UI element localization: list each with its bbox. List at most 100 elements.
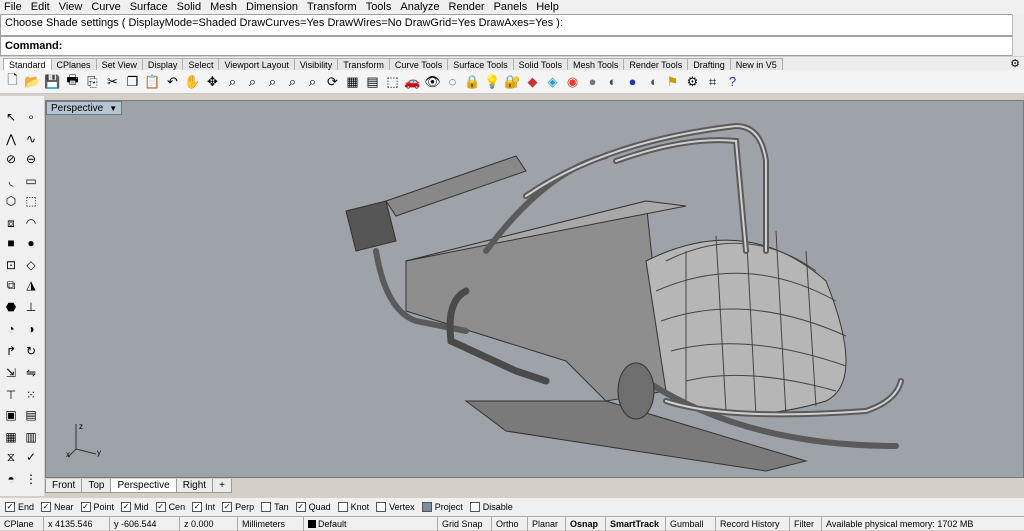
scale-icon[interactable]: ⇲: [2, 364, 20, 382]
trim-icon[interactable]: ◔: [2, 320, 20, 338]
tab-display[interactable]: Display: [141, 58, 184, 70]
gumball-toggle[interactable]: Gumball: [666, 516, 716, 531]
tab-curve-tools[interactable]: Curve Tools: [388, 58, 449, 70]
car-icon[interactable]: 🚗: [403, 72, 422, 91]
tab-standard[interactable]: Standard: [3, 58, 52, 70]
mesh-grid-icon[interactable]: ▦: [2, 428, 20, 446]
zoom-extents-all-icon[interactable]: ⌕: [303, 72, 322, 91]
flashlight-icon[interactable]: ⚑: [663, 72, 682, 91]
zoom-selected-icon[interactable]: ⌕: [283, 72, 302, 91]
point-icon[interactable]: ∘: [22, 108, 40, 126]
osnap-project[interactable]: Project: [421, 502, 463, 512]
undo-icon[interactable]: ↶: [163, 72, 182, 91]
box-icon[interactable]: ■: [2, 234, 20, 252]
checkbox[interactable]: ✓: [192, 502, 203, 512]
perspective-viewport[interactable]: Perspective ▼ z y x: [45, 100, 1024, 478]
help-icon[interactable]: ?: [723, 72, 742, 91]
osnap-tan[interactable]: Tan: [261, 502, 289, 512]
array-icon[interactable]: ⁙: [22, 386, 40, 404]
tab-top[interactable]: Top: [81, 479, 112, 493]
rotate-icon[interactable]: ↻: [22, 342, 40, 360]
loft-icon[interactable]: ⧉: [2, 276, 20, 294]
planar-toggle[interactable]: Planar: [528, 516, 566, 531]
checkbox[interactable]: [337, 502, 348, 512]
grid-snap-toggle[interactable]: Grid Snap: [438, 516, 492, 531]
offset-icon[interactable]: ⧈: [2, 214, 20, 232]
osnap-mid[interactable]: ✓ Mid: [121, 502, 149, 512]
tab-set-view[interactable]: Set View: [95, 58, 143, 70]
boolean-icon[interactable]: ⬣: [2, 298, 20, 316]
smarttrack-toggle[interactable]: SmartTrack: [606, 516, 666, 531]
tab-select[interactable]: Select: [182, 58, 220, 70]
command-scrollbar[interactable]: [1012, 14, 1024, 56]
layer-indicator[interactable]: Default: [304, 516, 438, 531]
menu-surface[interactable]: Surface: [126, 0, 173, 14]
osnap-end[interactable]: ✓ End: [5, 502, 34, 512]
cut-icon[interactable]: ✂: [103, 72, 122, 91]
circle-icon[interactable]: ⊘: [2, 150, 20, 168]
sphere-icon[interactable]: ●: [583, 72, 602, 91]
render-icon[interactable]: ●: [623, 72, 642, 91]
text-icon[interactable]: ⬚: [22, 192, 40, 210]
color-wheel-icon[interactable]: ◉: [563, 72, 582, 91]
render-preview-icon[interactable]: ◐: [603, 72, 622, 91]
sphere-solid-icon[interactable]: ●: [22, 234, 40, 252]
analyze-icon[interactable]: ▥: [22, 428, 40, 446]
check-icon[interactable]: ✓: [22, 448, 40, 466]
add-viewport-button[interactable]: +: [212, 479, 232, 493]
menu-panels[interactable]: Panels: [490, 0, 533, 14]
tab-transform[interactable]: Transform: [337, 58, 390, 70]
checkbox[interactable]: ✓: [295, 502, 306, 512]
properties-icon[interactable]: ◈: [543, 72, 562, 91]
show-icon[interactable]: 👁: [423, 72, 442, 91]
dimension-icon[interactable]: ⊤: [2, 386, 20, 404]
import-icon[interactable]: ⎘: [83, 72, 102, 91]
zoom-window-icon[interactable]: ⌕: [223, 72, 242, 91]
polygon-icon[interactable]: ⬡: [2, 192, 20, 210]
menu-file[interactable]: File: [0, 0, 27, 14]
layer-icon[interactable]: ◆: [523, 72, 542, 91]
material-icon[interactable]: ◖: [643, 72, 662, 91]
polyline-icon[interactable]: ⋀: [2, 130, 20, 148]
gear-icon[interactable]: ⚙: [1010, 57, 1020, 70]
mirror-icon[interactable]: ⇋: [22, 364, 40, 382]
pan-icon[interactable]: ✋: [183, 72, 202, 91]
extrude-icon[interactable]: ⊡: [2, 256, 20, 274]
history-icon[interactable]: ⧖: [2, 448, 20, 466]
command-input[interactable]: Command:: [0, 36, 1024, 56]
tab-perspective[interactable]: Perspective: [110, 479, 177, 493]
tab-new-in-v5[interactable]: New in V5: [729, 58, 783, 70]
move-icon[interactable]: ✥: [203, 72, 222, 91]
checkbox[interactable]: [421, 502, 432, 512]
rotate-view-icon[interactable]: ⟳: [323, 72, 342, 91]
tab-visibility[interactable]: Visibility: [293, 58, 339, 70]
checkbox[interactable]: [261, 502, 272, 512]
menu-transform[interactable]: Transform: [303, 0, 362, 14]
osnap-near[interactable]: ✓ Near: [41, 502, 74, 512]
ortho-toggle[interactable]: Ortho: [492, 516, 528, 531]
open-icon[interactable]: 📂: [23, 72, 42, 91]
checkbox[interactable]: ✓: [155, 502, 166, 512]
paste-icon[interactable]: 📋: [143, 72, 162, 91]
options-icon[interactable]: ⚙: [683, 72, 702, 91]
checkbox[interactable]: ✓: [5, 502, 15, 512]
record-history-toggle[interactable]: Record History: [716, 516, 790, 531]
cplane-label[interactable]: CPlane: [0, 516, 44, 531]
rectangle-icon[interactable]: ▭: [22, 172, 40, 190]
menu-dimension[interactable]: Dimension: [242, 0, 303, 14]
osnap-perp[interactable]: ✓ Perp: [222, 502, 254, 512]
new-file-icon[interactable]: 🗋: [3, 72, 22, 91]
menu-help[interactable]: Help: [532, 0, 564, 14]
light-bulb-icon[interactable]: 💡: [483, 72, 502, 91]
lock-icon[interactable]: 🔒: [463, 72, 482, 91]
curve-icon[interactable]: ∿: [22, 130, 40, 148]
tab-cplanes[interactable]: CPlanes: [50, 58, 97, 70]
menu-mesh[interactable]: Mesh: [206, 0, 242, 14]
filter-toggle[interactable]: Filter: [790, 516, 822, 531]
zoom-dynamic-icon[interactable]: ⌕: [243, 72, 262, 91]
checkbox[interactable]: [469, 502, 480, 512]
surface-icon[interactable]: ◇: [22, 256, 40, 274]
tab-drafting[interactable]: Drafting: [687, 58, 731, 70]
osnap-point[interactable]: ✓ Point: [80, 502, 114, 512]
select-arrow-icon[interactable]: ↖: [2, 108, 20, 126]
